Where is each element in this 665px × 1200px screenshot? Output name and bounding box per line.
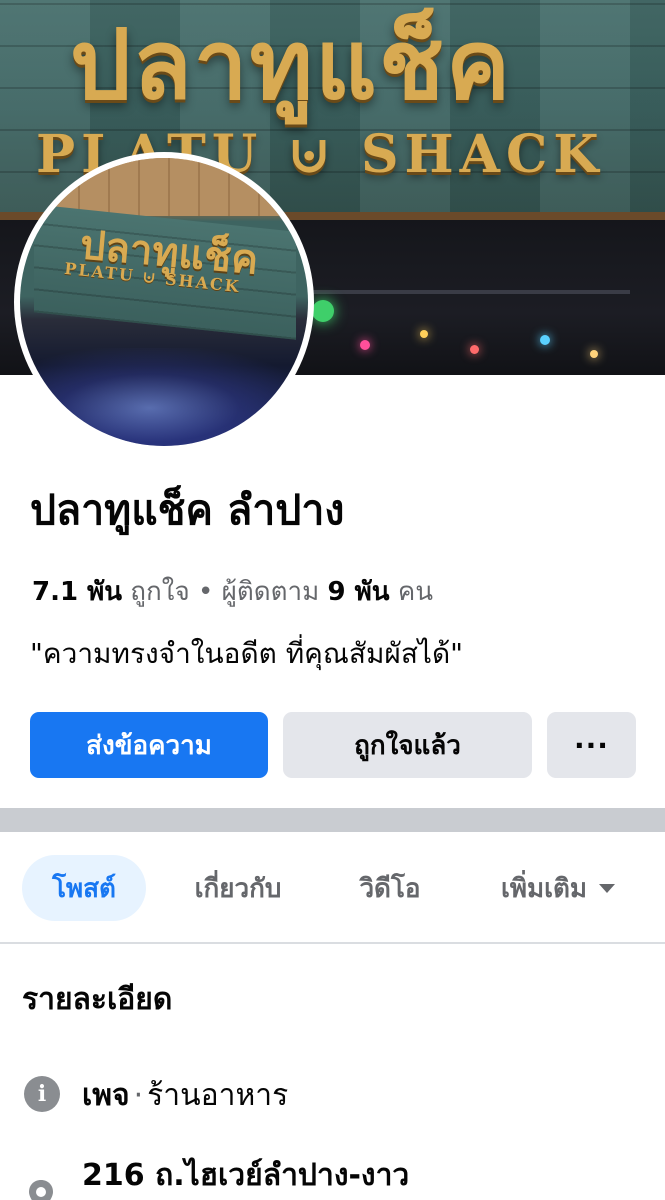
tabs-divider [0, 942, 665, 944]
stats-separator: • [197, 577, 214, 607]
location-pin-icon [29, 1180, 53, 1200]
address-text[interactable]: 216 ถ.ไฮเวย์ลำปาง-งาว [82, 1154, 409, 1198]
avatar-interior-glow [20, 348, 308, 446]
followers-unit: คน [397, 577, 433, 607]
profile-picture[interactable]: ปลาทูแช็ค PLATU ⊍ SHACK [14, 152, 314, 452]
cover-light-3 [420, 330, 428, 338]
cover-light-5 [540, 335, 550, 345]
section-separator [0, 808, 665, 832]
tab-about-label: เกี่ยวกับ [194, 873, 282, 904]
liked-label: ถูกใจแล้ว [354, 730, 461, 761]
followers-count: 9 พัน [327, 577, 390, 607]
send-message-button[interactable]: ส่งข้อความ [30, 712, 268, 778]
page-category-line: เพจ · ร้านอาหาร [82, 1074, 288, 1118]
cover-light-6 [590, 350, 598, 358]
more-options-icon: ··· [574, 728, 609, 762]
page-type-label: เพจ [82, 1078, 130, 1113]
cover-light-2 [360, 340, 370, 350]
tab-videos-label: วิดีโอ [359, 873, 421, 904]
cover-bar-rail [300, 290, 630, 294]
caret-down-icon [599, 883, 616, 893]
tab-more-label: เพิ่มเติม [500, 873, 588, 904]
tab-videos[interactable]: วิดีโอ [340, 855, 440, 921]
page-tagline: "ความทรงจำในอดีต ที่คุณสัมผัสได้" [30, 637, 464, 670]
likes-label: ถูกใจ [130, 577, 190, 607]
liked-button[interactable]: ถูกใจแล้ว [283, 712, 532, 778]
tab-about[interactable]: เกี่ยวกับ [168, 855, 308, 921]
more-options-button[interactable]: ··· [547, 712, 636, 778]
category-dot: · [133, 1078, 144, 1113]
details-heading: รายละเอียด [22, 982, 173, 1017]
tab-posts-label: โพสต์ [52, 873, 116, 904]
likes-count: 7.1 พัน [32, 577, 123, 607]
cover-sign-thai: ปลาทูแช็ค [70, 8, 513, 121]
cover-light-4 [470, 345, 479, 354]
cover-light-1 [312, 300, 334, 322]
send-message-label: ส่งข้อความ [86, 730, 212, 761]
avatar: ปลาทูแช็ค PLATU ⊍ SHACK [20, 158, 308, 446]
page-category: ร้านอาหาร [147, 1078, 289, 1113]
info-icon: i [24, 1076, 60, 1112]
tab-more[interactable]: เพิ่มเติม [478, 855, 638, 921]
tab-posts[interactable]: โพสต์ [22, 855, 146, 921]
followers-label: ผู้ติดตาม [221, 577, 320, 607]
page-title: ปลาทูแช็ค ลำปาง [30, 486, 345, 534]
page-stats: 7.1 พัน ถูกใจ • ผู้ติดตาม 9 พัน คน [32, 574, 433, 610]
